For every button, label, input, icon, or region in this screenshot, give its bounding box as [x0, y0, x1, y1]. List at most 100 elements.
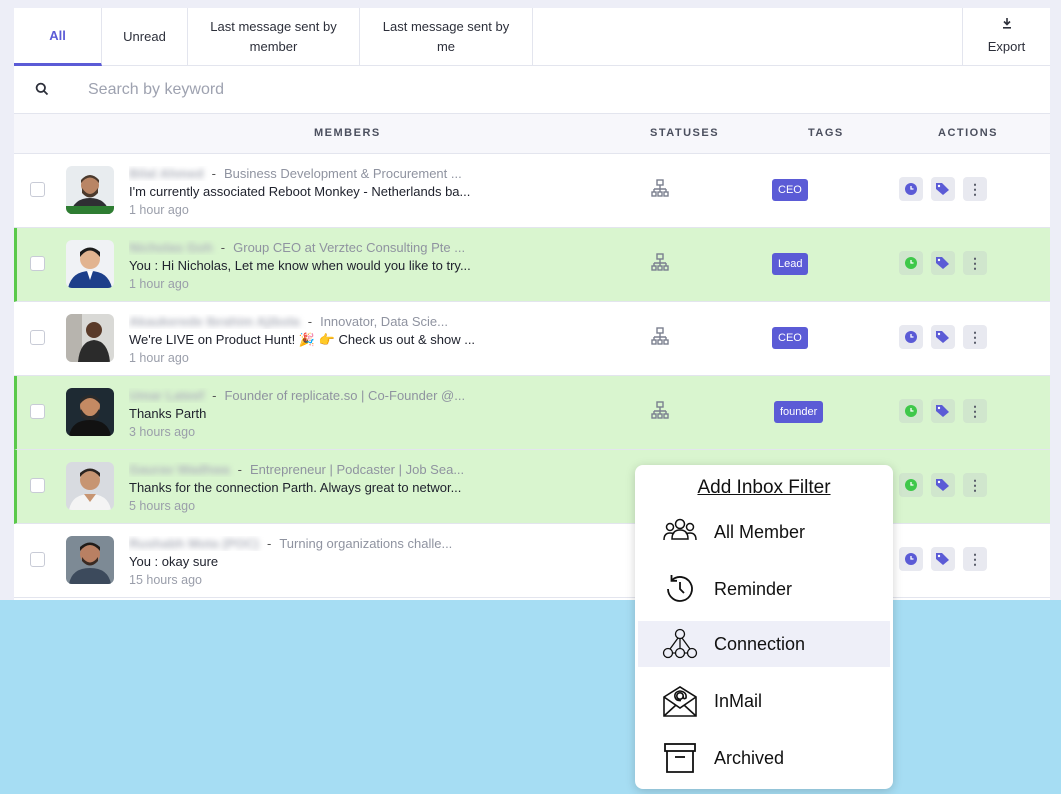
table-row[interactable]: Bilal Ahmed - Business Development & Procu…	[14, 154, 1050, 228]
connection-status-icon[interactable]	[651, 327, 669, 347]
member-headline: Entrepreneur | Podcaster | Job Sea...	[250, 462, 465, 477]
timestamp: 1 hour ago	[129, 351, 189, 365]
member-name[interactable]: Akaukerede Ibrahim Ajibola	[129, 314, 300, 329]
tag-badge[interactable]: Lead	[772, 253, 809, 275]
last-message: Thanks for the connection Parth. Always …	[129, 480, 462, 495]
row-checkbox[interactable]	[30, 330, 45, 345]
tag-badge[interactable]: CEO	[772, 179, 808, 201]
filter-option-label: InMail	[714, 690, 763, 711]
timestamp: 15 hours ago	[129, 573, 202, 587]
avatar	[66, 240, 114, 288]
member-name[interactable]: Umar Lateef	[129, 388, 204, 403]
tag-badge[interactable]: CEO	[772, 327, 808, 349]
filter-option-inmail[interactable]: InMail	[638, 678, 890, 724]
tag-button[interactable]	[931, 547, 955, 571]
avatar	[66, 536, 114, 584]
reminder-button[interactable]	[899, 251, 923, 275]
add-inbox-filter-menu: Add Inbox Filter All Member Reminder Con…	[635, 465, 893, 789]
member-name[interactable]: Gaurav Wadhwa	[129, 462, 230, 477]
reminder-button[interactable]	[899, 325, 923, 349]
table-row[interactable]: Akaukerede Ibrahim Ajibola - Innovator, Da…	[14, 302, 1050, 376]
last-message: You : Hi Nicholas, Let me know when woul…	[129, 258, 471, 273]
table-row[interactable]: Gaurav Wadhwa - Entrepreneur | Podcaster |…	[14, 450, 1050, 524]
tag-icon	[936, 405, 949, 417]
clock-icon	[905, 405, 917, 417]
table-row[interactable]: Nicholas Goh - Group CEO at Verztec Consul…	[14, 228, 1050, 302]
last-message: I'm currently associated Reboot Monkey -…	[129, 184, 471, 199]
clock-icon	[905, 553, 917, 565]
row-checkbox[interactable]	[30, 552, 45, 567]
timestamp: 1 hour ago	[129, 277, 189, 291]
group-icon	[662, 515, 698, 549]
timestamp: 3 hours ago	[129, 425, 196, 439]
tag-icon	[936, 257, 949, 269]
filter-option-label: Reminder	[714, 578, 793, 599]
reminder-button[interactable]	[899, 547, 923, 571]
row-checkbox[interactable]	[30, 182, 45, 197]
export-button[interactable]: Export	[962, 8, 1050, 66]
tag-icon	[936, 331, 949, 343]
download-icon	[1002, 17, 1012, 31]
timestamp: 5 hours ago	[129, 499, 196, 513]
last-message: Thanks Parth	[129, 406, 207, 421]
tag-button[interactable]	[931, 399, 955, 423]
member-title-line: Umar Lateef - Founder of replicate.so | Co…	[129, 388, 466, 403]
reminder-button[interactable]	[899, 177, 923, 201]
tab-last-message-by-member[interactable]: Last message sent by member	[188, 8, 360, 66]
avatar	[66, 462, 114, 510]
filter-option-archived[interactable]: Archived	[638, 735, 890, 781]
member-headline: Founder of replicate.so | Co-Founder @..…	[224, 388, 466, 403]
member-name[interactable]: Nicholas Goh	[129, 240, 213, 255]
member-name[interactable]: Rushabh Mota (POC)	[129, 536, 259, 551]
clock-icon	[905, 331, 917, 343]
more-options-button[interactable]: ⋮	[963, 547, 987, 571]
more-options-button[interactable]: ⋮	[963, 177, 987, 201]
tag-button[interactable]	[931, 473, 955, 497]
mail-at-icon	[662, 684, 698, 718]
tag-icon	[936, 479, 949, 491]
clock-icon	[905, 479, 917, 491]
table-row[interactable]: Rushabh Mota (POC) - Turning organizations…	[14, 524, 1050, 598]
member-headline: Innovator, Data Scie...	[320, 314, 448, 329]
tag-button[interactable]	[931, 325, 955, 349]
filter-tabs: All Unread Last message sent by member L…	[14, 8, 1050, 66]
more-options-button[interactable]: ⋮	[963, 473, 987, 497]
archive-box-icon	[662, 741, 698, 775]
filter-option-reminder[interactable]: Reminder	[638, 566, 890, 612]
timestamp: 1 hour ago	[129, 203, 189, 217]
more-options-button[interactable]: ⋮	[963, 251, 987, 275]
member-headline: Business Development & Procurement ...	[224, 166, 462, 181]
more-options-button[interactable]: ⋮	[963, 399, 987, 423]
filter-option-all-member[interactable]: All Member	[638, 509, 890, 555]
tab-all[interactable]: All	[14, 8, 102, 66]
member-title-line: Gaurav Wadhwa - Entrepreneur | Podcaster |…	[129, 462, 465, 477]
more-options-button[interactable]: ⋮	[963, 325, 987, 349]
row-checkbox[interactable]	[30, 256, 45, 271]
column-statuses: STATUSES	[650, 127, 720, 139]
last-message: We're LIVE on Product Hunt! 🎉 👉 Check us…	[129, 332, 474, 347]
table-row[interactable]: Umar Lateef - Founder of replicate.so | Co…	[14, 376, 1050, 450]
connection-status-icon[interactable]	[651, 179, 669, 199]
reminder-button[interactable]	[899, 473, 923, 497]
tag-button[interactable]	[931, 251, 955, 275]
export-label: Export	[987, 38, 1026, 54]
connection-status-icon[interactable]	[651, 401, 669, 421]
row-checkbox[interactable]	[30, 404, 45, 419]
member-title-line: Nicholas Goh - Group CEO at Verztec Consul…	[129, 240, 466, 255]
tab-unread[interactable]: Unread	[102, 8, 188, 66]
row-checkbox[interactable]	[30, 478, 45, 493]
popup-title: Add Inbox Filter	[697, 477, 831, 498]
reminder-button[interactable]	[899, 399, 923, 423]
search-icon	[35, 82, 49, 96]
tag-badge[interactable]: founder	[774, 401, 824, 423]
last-message: You : okay sure	[129, 554, 219, 569]
background-band	[0, 600, 1061, 794]
tag-button[interactable]	[931, 177, 955, 201]
tag-icon	[936, 183, 949, 195]
search-input[interactable]	[88, 76, 688, 104]
filter-option-connection[interactable]: Connection	[638, 621, 890, 667]
connection-status-icon[interactable]	[651, 253, 669, 273]
member-title-line: Akaukerede Ibrahim Ajibola - Innovator, Da…	[129, 314, 448, 329]
tab-last-message-by-me[interactable]: Last message sent by me	[360, 8, 533, 66]
member-name[interactable]: Bilal Ahmed	[129, 166, 204, 181]
